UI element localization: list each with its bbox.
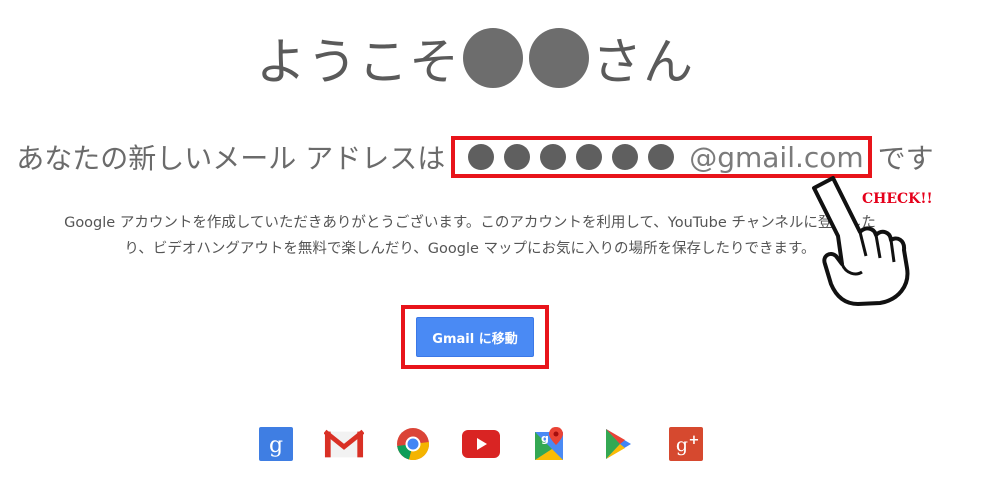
masked-username-dot bbox=[504, 144, 531, 170]
maps-icon[interactable]: g bbox=[529, 424, 569, 464]
description-line-1: Google アカウントを作成していただきありがとうございます。このアカウントを… bbox=[64, 215, 876, 231]
youtube-icon[interactable] bbox=[461, 424, 501, 464]
go-to-gmail-button[interactable]: Gmail に移動 bbox=[416, 317, 534, 357]
google-services-bar: g g g + bbox=[256, 424, 706, 464]
welcome-prefix: ようこそ bbox=[256, 33, 460, 91]
masked-username-dot bbox=[576, 144, 603, 170]
account-description: Google アカウントを作成していただきありがとうございます。このアカウントを… bbox=[20, 210, 920, 262]
play-store-icon[interactable] bbox=[598, 424, 638, 464]
masked-name-dot bbox=[529, 28, 589, 88]
masked-name-dot bbox=[463, 28, 523, 88]
chrome-icon[interactable] bbox=[393, 424, 433, 464]
svg-text:+: + bbox=[689, 433, 700, 448]
masked-username-dot bbox=[612, 144, 639, 170]
welcome-suffix: さん bbox=[592, 33, 694, 91]
welcome-heading: ようこそ さん bbox=[0, 22, 950, 94]
google-plus-icon[interactable]: g + bbox=[666, 424, 706, 464]
google-search-icon[interactable]: g bbox=[256, 424, 296, 464]
masked-username-dot bbox=[468, 144, 495, 170]
address-prefix: あなたの新しいメール アドレスは bbox=[16, 142, 446, 175]
svg-text:g: g bbox=[676, 434, 688, 456]
button-highlight: Gmail に移動 bbox=[401, 305, 549, 369]
svg-text:g: g bbox=[269, 433, 283, 458]
check-label: CHECK!! bbox=[862, 191, 933, 207]
svg-text:g: g bbox=[541, 432, 549, 445]
masked-username-dot bbox=[540, 144, 567, 170]
gmail-icon[interactable] bbox=[324, 424, 365, 464]
pointing-hand-icon bbox=[812, 176, 910, 306]
masked-username-dot bbox=[648, 144, 675, 170]
description-line-2: り、ビデオハングアウトを無料で楽しんだり、Google マップにお気に入りの場所… bbox=[124, 241, 816, 257]
